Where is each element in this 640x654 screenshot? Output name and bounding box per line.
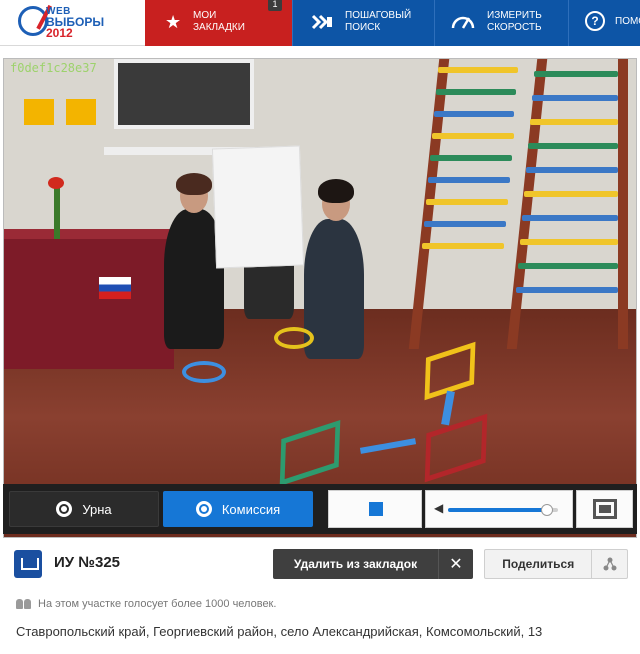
video-feed[interactable]: f0def1c28e37 xyxy=(3,58,637,538)
station-address: Ставропольский край, Георгиевский район,… xyxy=(16,624,543,639)
camera-commission-button[interactable]: Комиссия xyxy=(163,491,313,527)
camera-urna-button[interactable]: Урна xyxy=(9,491,159,527)
stop-button[interactable] xyxy=(328,490,422,528)
close-icon: ✕ xyxy=(438,549,473,579)
stop-icon xyxy=(369,502,383,516)
nav-step-search[interactable]: ПОШАГОВЫЙ ПОИСК xyxy=(292,0,434,46)
empty-whiteboard xyxy=(211,145,305,269)
floor-mark-circle xyxy=(274,327,314,349)
nav-measure-speed[interactable]: ИЗМЕРИТЬ СКОРОСТЬ xyxy=(434,0,568,46)
fullscreen-button[interactable] xyxy=(576,490,633,528)
people-icon xyxy=(16,599,32,609)
speaker-icon: ◀ xyxy=(434,501,444,515)
nav-my-bookmarks[interactable]: ★ МОИ ЗАКЛАДКИ 1 xyxy=(145,0,292,46)
fullscreen-icon xyxy=(593,499,617,519)
wall-notice xyxy=(66,99,96,125)
stream-watermark: f0def1c28e37 xyxy=(10,61,97,75)
top-navigation: WEB ВЫБОРЫ 2012 ★ МОИ ЗАКЛАДКИ 1 ПОШАГОВ… xyxy=(0,0,640,46)
volume-control[interactable]: ◀ xyxy=(425,490,573,528)
help-icon: ? xyxy=(585,11,605,31)
remove-bookmark-button[interactable]: Удалить из закладок ✕ xyxy=(273,549,473,579)
logo-text: WEB ВЫБОРЫ 2012 xyxy=(46,6,105,40)
share-icon xyxy=(591,550,627,578)
station-title: ИУ №325 xyxy=(54,554,121,571)
camera-icon xyxy=(195,501,212,517)
station-info: ИУ №325 Удалить из закладок ✕ Поделиться… xyxy=(0,538,640,654)
logo-emblem-icon xyxy=(18,6,48,36)
volume-knob[interactable] xyxy=(541,504,553,516)
video-controls: Урна Комиссия ◀ xyxy=(3,484,637,534)
russian-flag xyxy=(99,277,131,299)
volume-slider[interactable] xyxy=(448,504,558,516)
star-icon: ★ xyxy=(165,12,182,32)
ballot-box-icon xyxy=(14,550,42,578)
share-button[interactable]: Поделиться xyxy=(484,549,628,579)
wall-bars xyxy=(404,59,636,349)
voters-note: На этом участке голосует более 1000 чело… xyxy=(16,598,276,610)
room-window xyxy=(114,59,254,129)
bookmarks-count-badge: 1 xyxy=(268,0,282,11)
camera-icon xyxy=(56,501,73,517)
step-search-icon xyxy=(311,14,332,30)
nav-help[interactable]: ? ПОМО xyxy=(568,0,640,46)
wall-notice xyxy=(24,99,54,125)
web-vybory-logo[interactable]: WEB ВЫБОРЫ 2012 xyxy=(0,0,145,46)
election-table xyxy=(4,239,174,369)
floor-mark-circle xyxy=(182,361,226,383)
speedometer-icon xyxy=(451,16,475,29)
